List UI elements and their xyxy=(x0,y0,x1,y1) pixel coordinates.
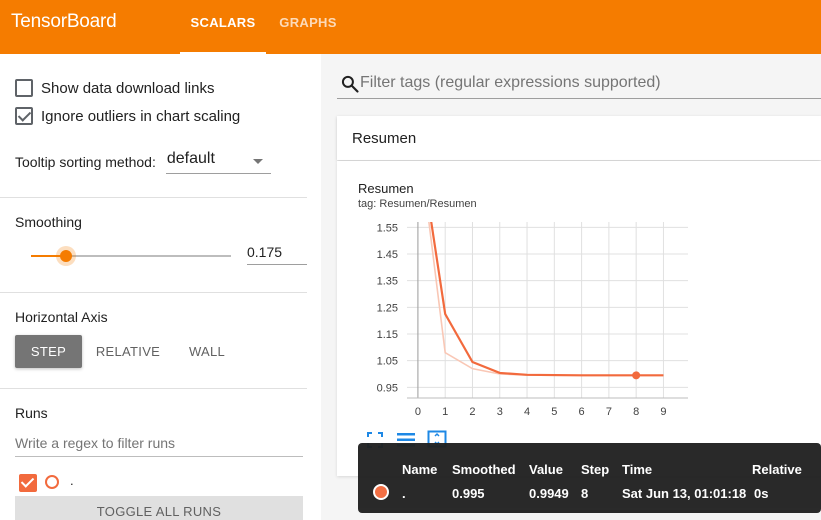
tooltip-header-time: Time xyxy=(622,462,653,477)
x-tick-label: 1 xyxy=(442,406,448,418)
runs-title: Runs xyxy=(15,405,48,421)
y-tick-label: 1.25 xyxy=(377,302,398,314)
tooltip-sorting-row: Tooltip sorting method: default xyxy=(15,150,271,174)
tooltip-header-value: Value xyxy=(529,462,563,477)
tooltip-cell-time: Sat Jun 13, 01:01:18 xyxy=(622,486,747,501)
search-icon xyxy=(341,75,359,93)
app-title: TensorBoard xyxy=(11,11,117,32)
divider xyxy=(0,388,307,389)
tooltip-header-smoothed: Smoothed xyxy=(452,462,516,477)
tooltip-run-color-dot xyxy=(373,484,389,500)
tag-filter-underline xyxy=(337,98,821,99)
chevron-down-icon xyxy=(252,159,263,164)
tooltip-sorting-label: Tooltip sorting method: xyxy=(15,154,156,170)
chart-tooltip: Name Smoothed Value Step Time Relative .… xyxy=(358,443,821,513)
y-tick-label: 1.45 xyxy=(377,249,398,261)
axis-wall-button[interactable]: WALL xyxy=(180,335,234,368)
tooltip-cell-smoothed: 0.995 xyxy=(452,486,485,501)
toggle-all-runs-button[interactable]: TOGGLE ALL RUNS xyxy=(15,496,303,520)
tooltip-cell-value: 0.9949 xyxy=(529,486,569,501)
x-tick-label: 4 xyxy=(524,406,530,418)
chart-card-title: Resumen xyxy=(358,181,414,196)
x-tick-label: 5 xyxy=(551,406,557,418)
tooltip-sorting-value: default xyxy=(166,150,215,167)
horizontal-axis-title: Horizontal Axis xyxy=(15,309,108,325)
tab-scalars[interactable]: SCALARS xyxy=(180,0,266,54)
tag-filter-input[interactable]: Filter tags (regular expressions support… xyxy=(360,74,821,98)
tooltip-cell-relative: 0s xyxy=(754,486,769,501)
divider xyxy=(0,292,307,293)
y-tick-label: 0.95 xyxy=(377,382,398,394)
ignore-outliers-checkbox[interactable] xyxy=(15,107,33,125)
tab-graphs[interactable]: GRAPHS xyxy=(270,0,346,54)
top-app-bar: TensorBoard SCALARS GRAPHS xyxy=(0,0,821,54)
tab-graphs-label: GRAPHS xyxy=(279,15,337,30)
ignore-outliers-option[interactable]: Ignore outliers in chart scaling xyxy=(15,105,240,127)
tooltip-header-name: Name xyxy=(402,462,438,477)
smoothing-value-input[interactable]: 0.175 xyxy=(247,244,307,265)
run-radio[interactable] xyxy=(45,475,59,489)
x-tick-label: 7 xyxy=(606,406,612,418)
run-checkbox[interactable] xyxy=(19,474,37,492)
show-download-links-label: Show data download links xyxy=(41,79,215,97)
chart-card-tag: tag: Resumen/Resumen xyxy=(358,198,477,210)
tooltip-header-step: Step xyxy=(581,462,610,477)
runs-filter-input[interactable]: Write a regex to filter runs xyxy=(15,435,303,457)
scalar-line-chart[interactable]: 0 1 2 3 4 5 6 7 8 9 0.95 1.05 1.15 1.25 1.35 1.45 1.55 xyxy=(337,210,697,428)
y-tick-label: 1.05 xyxy=(377,356,398,368)
sidebar: Show data download links Ignore outliers… xyxy=(0,54,321,520)
x-tick-label: 2 xyxy=(469,406,475,418)
x-tick-label: 6 xyxy=(579,406,585,418)
x-tick-label: 8 xyxy=(633,406,639,418)
tooltip-sorting-dropdown[interactable]: default xyxy=(165,150,271,174)
smoothed-series-line xyxy=(430,222,664,377)
x-tick-label: 0 xyxy=(415,406,421,418)
divider xyxy=(0,197,307,198)
tab-scalars-label: SCALARS xyxy=(190,15,256,30)
category-pane-header[interactable]: Resumen xyxy=(337,116,821,160)
ignore-outliers-label: Ignore outliers in chart scaling xyxy=(41,107,241,125)
raw-series-line xyxy=(428,222,664,377)
axis-relative-button[interactable]: RELATIVE xyxy=(91,335,165,368)
tooltip-cell-name: . xyxy=(402,486,406,501)
tooltip-header-relative: Relative xyxy=(752,462,802,477)
y-tick-label: 1.55 xyxy=(377,222,398,234)
x-tick-label: 9 xyxy=(660,406,666,418)
y-tick-label: 1.35 xyxy=(377,276,398,288)
tooltip-cell-step: 8 xyxy=(581,486,589,501)
smoothing-slider-thumb[interactable] xyxy=(60,250,72,262)
x-tick-label: 3 xyxy=(497,406,503,418)
highlighted-data-point xyxy=(632,371,641,380)
run-name: . xyxy=(70,473,74,488)
show-download-links-option[interactable]: Show data download links xyxy=(15,77,214,99)
axis-step-button[interactable]: STEP xyxy=(15,335,82,368)
show-download-links-checkbox[interactable] xyxy=(15,79,33,97)
y-tick-label: 1.15 xyxy=(377,329,398,341)
smoothing-title: Smoothing xyxy=(15,214,82,230)
